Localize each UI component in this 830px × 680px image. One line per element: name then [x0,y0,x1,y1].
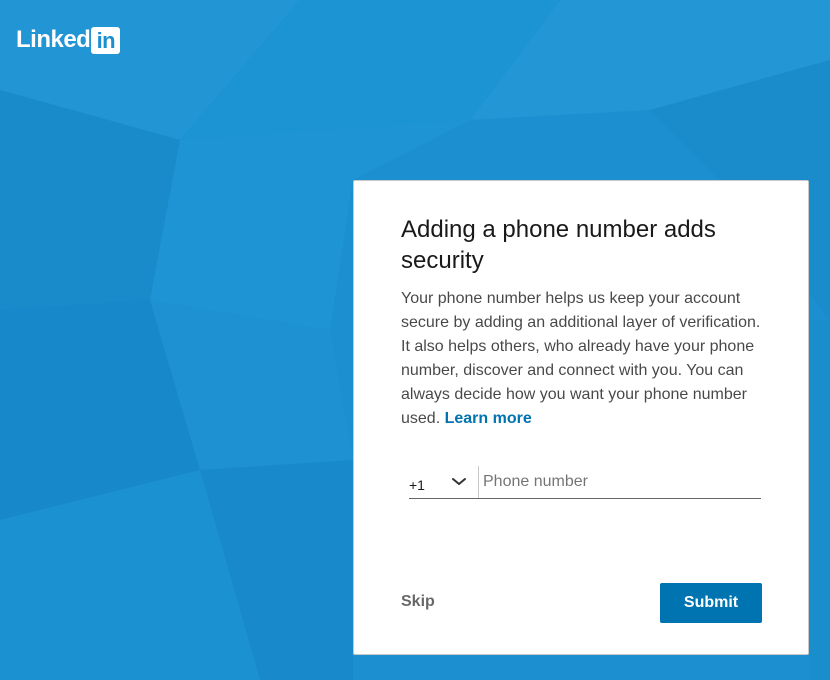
logo-in-box: in [91,26,121,54]
phone-entry-row: +1 [409,466,761,499]
learn-more-link[interactable]: Learn more [445,410,532,427]
dialog-description-text: Your phone number helps us keep your acc… [401,290,761,427]
logo-wordmark: Linked [16,26,91,53]
linkedin-logo[interactable]: Linked in [16,26,121,54]
phone-number-input[interactable] [479,466,761,498]
skip-button[interactable]: Skip [401,593,435,611]
country-code-value: +1 [409,477,425,493]
dialog-title: Adding a phone number adds security [401,216,716,274]
dialog-description: Your phone number helps us keep your acc… [401,287,761,431]
submit-button[interactable]: Submit [660,583,762,623]
chevron-down-icon [452,478,466,485]
add-phone-dialog: Adding a phone number adds security Your… [353,180,809,655]
country-code-select[interactable]: +1 [409,466,479,498]
